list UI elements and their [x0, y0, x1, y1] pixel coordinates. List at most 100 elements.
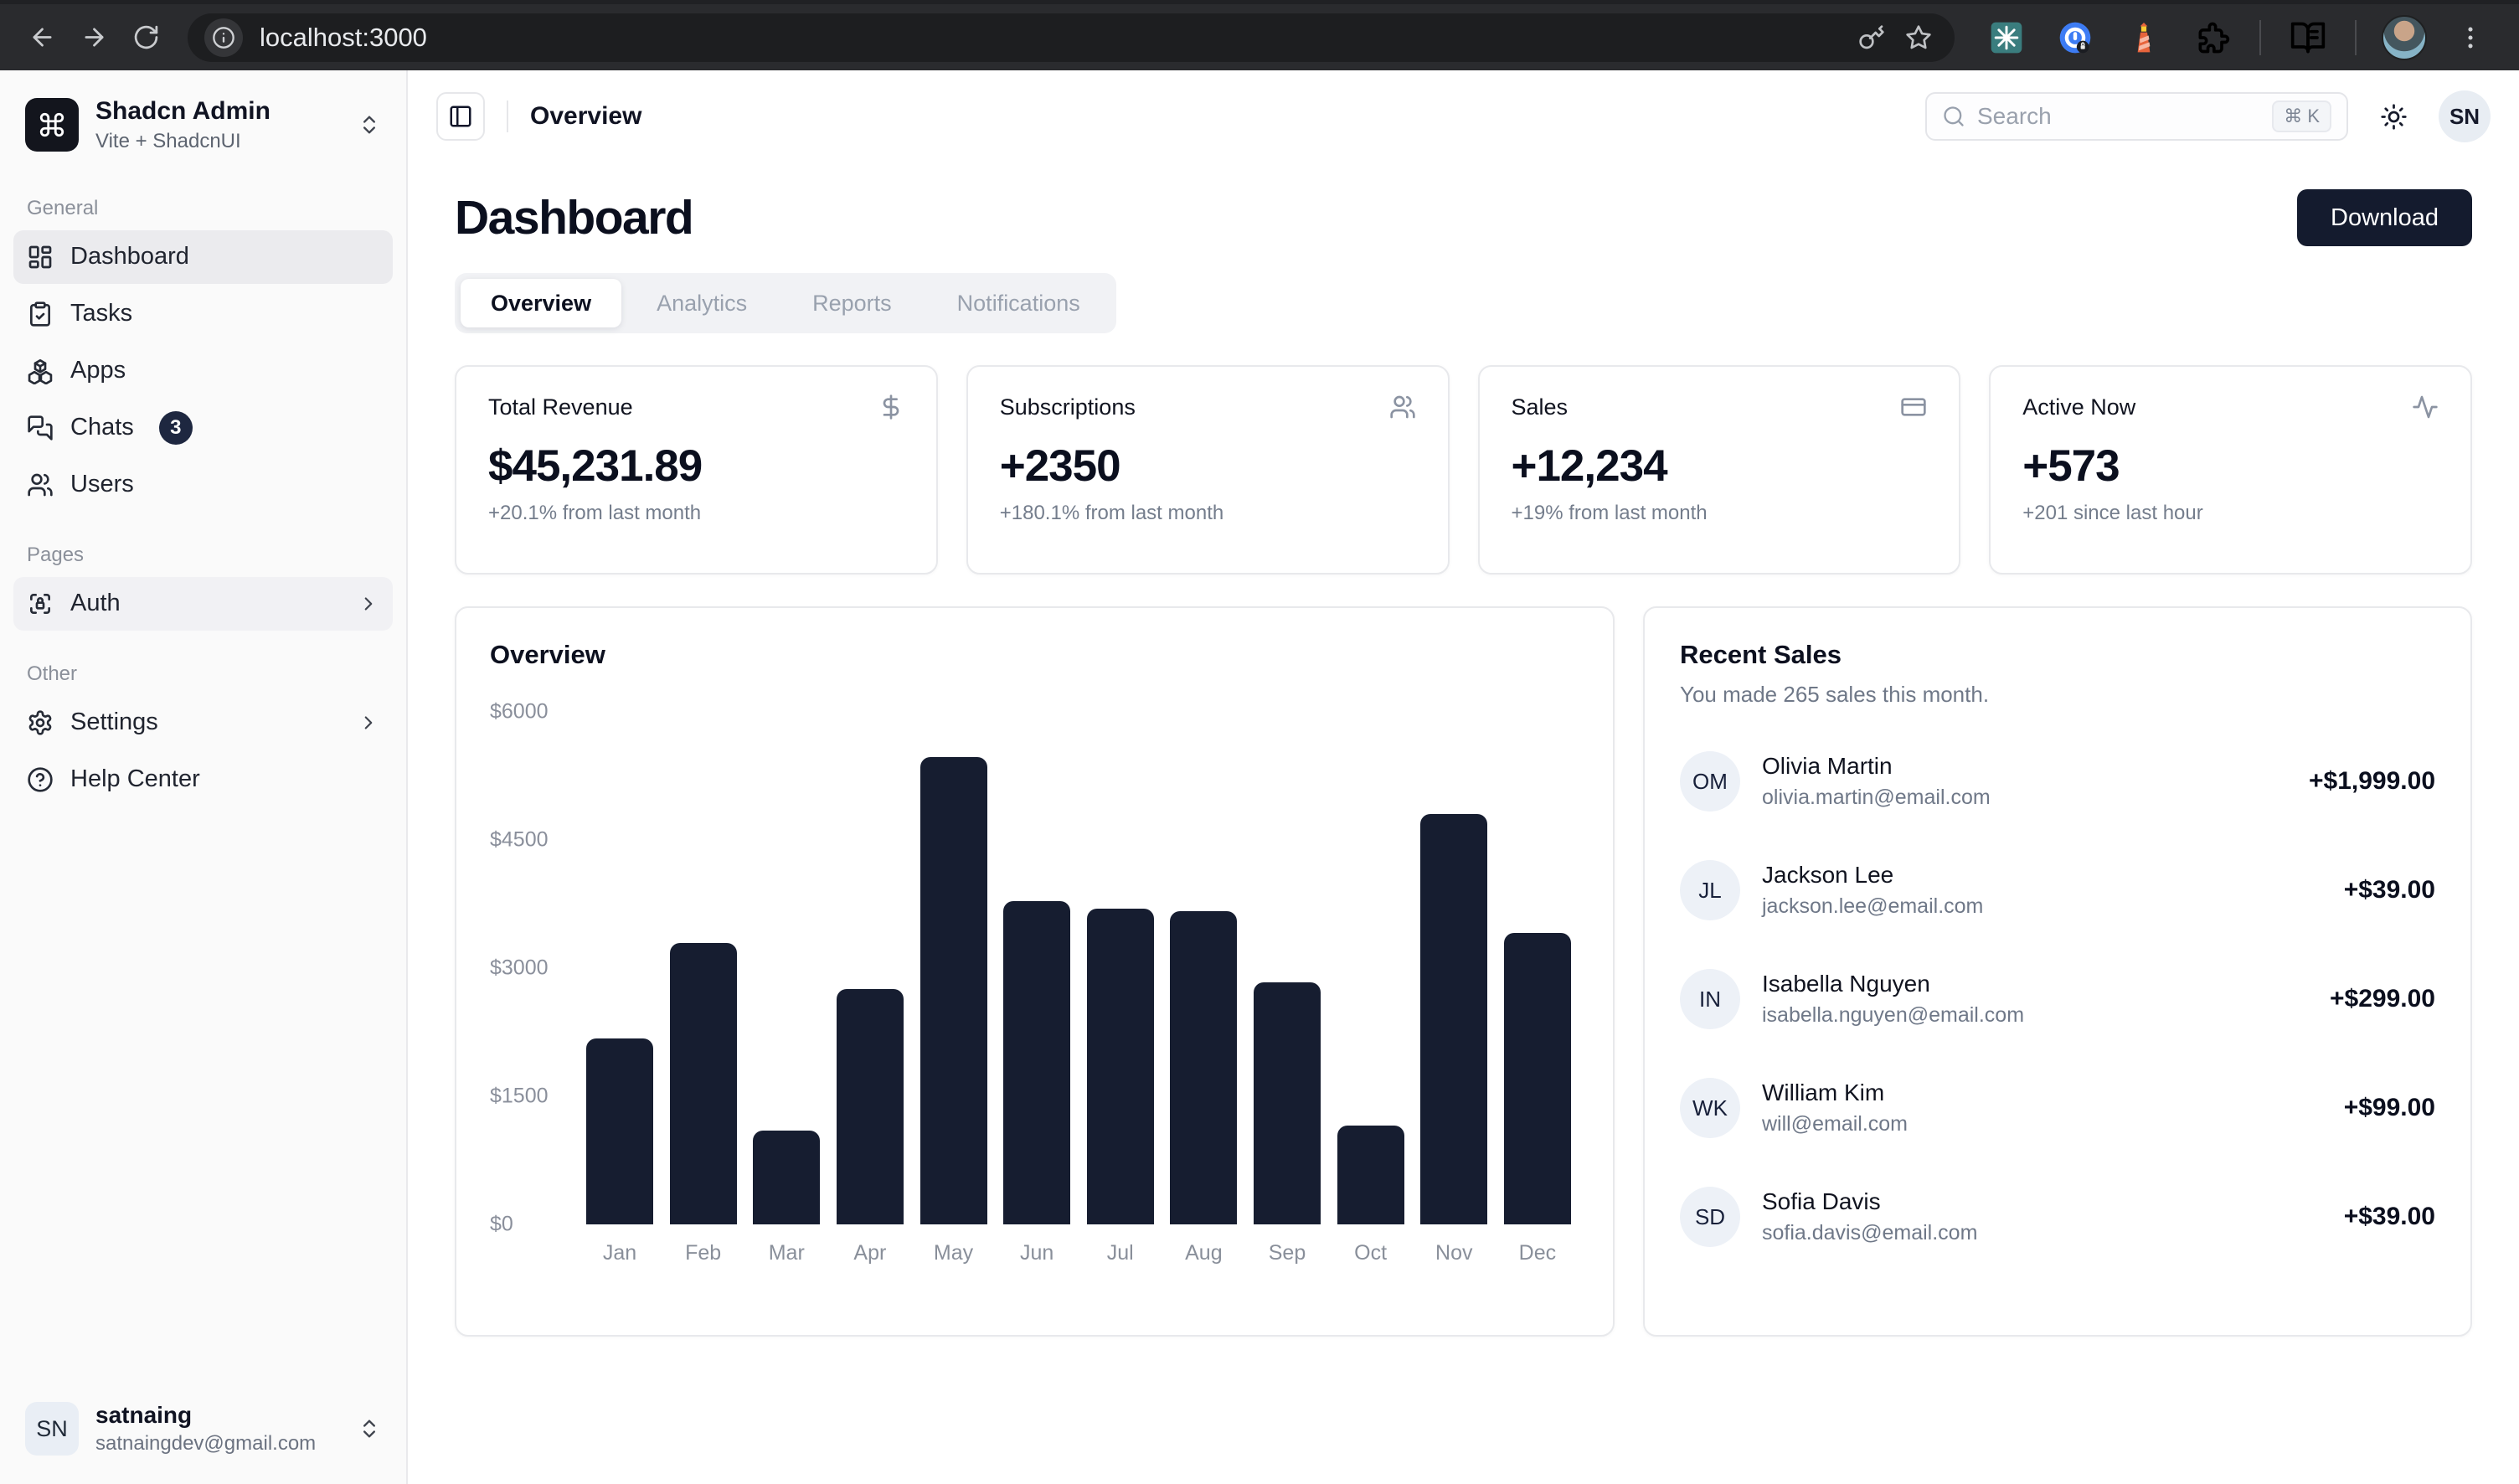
toolbar-divider	[2259, 20, 2261, 55]
stat-cards: Total Revenue $45,231.89 +20.1% from las…	[455, 365, 2472, 575]
chart-y-axis: $6000$4500$3000$1500$0	[490, 712, 578, 1224]
profile-menu-button[interactable]: SN	[2439, 90, 2491, 142]
users-icon	[27, 471, 54, 498]
download-button[interactable]: Download	[2297, 189, 2472, 246]
password-manager-icon[interactable]	[2053, 16, 2097, 59]
browser-back-button[interactable]	[18, 14, 65, 61]
sidebar-item-label: Apps	[70, 357, 126, 384]
browser-forward-button[interactable]	[70, 14, 117, 61]
auth-icon	[27, 590, 54, 617]
sale-name: Jackson Lee	[1762, 862, 1983, 889]
sidebar-user-button[interactable]: SN satnaing satnaingdev@gmail.com	[13, 1390, 393, 1467]
grid-extension-icon[interactable]	[1985, 16, 2028, 59]
sale-amount: +$39.00	[2344, 1203, 2435, 1231]
tab-reports[interactable]: Reports	[782, 279, 922, 327]
stat-card-active-now: Active Now +573 +201 since last hour	[1989, 365, 2472, 575]
site-info-button[interactable]	[204, 18, 243, 57]
sidebar-item-chats[interactable]: Chats3	[13, 401, 393, 455]
chevrons-up-down-icon	[358, 1417, 381, 1440]
sidebar-item-label: Users	[70, 471, 134, 498]
sale-email: sofia.davis@email.com	[1762, 1221, 1977, 1245]
sale-name: William Kim	[1762, 1080, 1908, 1106]
sidebar-item-label: Dashboard	[70, 243, 189, 271]
sidebar-item-users[interactable]: Users	[13, 458, 393, 512]
dashboard-content: Dashboard Download OverviewAnalyticsRepo…	[408, 162, 2519, 1484]
password-key-button[interactable]	[1852, 18, 1891, 57]
credit-card-icon	[1900, 394, 1927, 420]
sale-row-jackson-lee: JL Jackson Lee jackson.lee@email.com +$3…	[1680, 860, 2435, 920]
search-input[interactable]	[1977, 103, 2260, 130]
panel-left-icon	[448, 104, 473, 129]
stat-change: +19% from last month	[1512, 502, 1928, 525]
sale-avatar: WK	[1680, 1078, 1740, 1138]
sidebar-item-tasks[interactable]: Tasks	[13, 287, 393, 341]
browser-profile-avatar[interactable]	[2382, 15, 2427, 60]
sale-email: olivia.martin@email.com	[1762, 786, 1991, 810]
help-icon	[27, 766, 54, 793]
stat-card-total-revenue: Total Revenue $45,231.89 +20.1% from las…	[455, 365, 938, 575]
bar-nov	[1420, 814, 1487, 1224]
bar-jul	[1087, 909, 1154, 1224]
refresh-icon	[132, 23, 160, 51]
y-axis-tick: $1500	[490, 1085, 549, 1109]
stat-card-subscriptions: Subscriptions +2350 +180.1% from last mo…	[966, 365, 1450, 575]
chats-count-badge: 3	[159, 411, 193, 445]
sidebar-item-help-center[interactable]: Help Center	[13, 753, 393, 806]
settings-icon	[27, 709, 54, 736]
x-axis-label: Jun	[1003, 1241, 1070, 1265]
sidebar-item-label: Help Center	[70, 765, 200, 793]
tab-analytics[interactable]: Analytics	[626, 279, 777, 327]
stat-value: $45,231.89	[488, 441, 904, 492]
sidebar-group-label-general: General	[27, 197, 379, 220]
lighthouse-icon[interactable]	[2122, 16, 2166, 59]
sale-row-william-kim: WK William Kim will@email.com +$99.00	[1680, 1078, 2435, 1138]
tasks-icon	[27, 301, 54, 327]
sale-amount: +$1,999.00	[2309, 767, 2435, 796]
sidebar-item-dashboard[interactable]: Dashboard	[13, 230, 393, 284]
stat-title: Subscriptions	[1000, 394, 1136, 420]
browser-toolbar: localhost:3000	[0, 0, 2519, 70]
search-shortcut-kbd: ⌘ K	[2272, 100, 2331, 132]
x-axis-label: Mar	[753, 1241, 820, 1265]
y-axis-tick: $3000	[490, 956, 549, 981]
tab-overview[interactable]: Overview	[461, 279, 621, 327]
stat-title: Sales	[1512, 394, 1569, 420]
x-axis-label: Jul	[1087, 1241, 1154, 1265]
command-icon	[38, 111, 66, 139]
search-box[interactable]: ⌘ K	[1925, 92, 2348, 141]
sidebar-item-auth[interactable]: Auth	[13, 577, 393, 631]
x-axis-label: Aug	[1170, 1241, 1237, 1265]
chart-title: Overview	[490, 640, 1579, 670]
extensions-puzzle-icon[interactable]	[2191, 16, 2234, 59]
dashboard-tabs: OverviewAnalyticsReportsNotifications	[455, 273, 1116, 333]
bookmark-star-button[interactable]	[1899, 18, 1938, 57]
address-bar[interactable]: localhost:3000	[188, 13, 1955, 62]
dollar-icon	[878, 394, 904, 420]
bar-feb	[670, 943, 737, 1224]
browser-refresh-button[interactable]	[122, 14, 169, 61]
bar-jan	[586, 1038, 653, 1224]
app-logo	[25, 98, 79, 152]
tab-notifications[interactable]: Notifications	[927, 279, 1110, 327]
user-email: satnaingdev@gmail.com	[95, 1432, 341, 1456]
sale-email: will@email.com	[1762, 1112, 1908, 1136]
sidebar-toggle-button[interactable]	[436, 92, 485, 141]
recent-sales-title: Recent Sales	[1680, 640, 2435, 670]
breadcrumb: Overview	[530, 102, 641, 131]
overview-chart-card: Overview $6000$4500$3000$1500$0 JanFebMa…	[455, 606, 1615, 1337]
sidebar-item-apps[interactable]: Apps	[13, 344, 393, 398]
theme-toggle-button[interactable]	[2373, 96, 2413, 137]
apps-icon	[27, 358, 54, 384]
team-switcher[interactable]: Shadcn Admin Vite + ShadcnUI	[13, 85, 393, 165]
x-axis-label: Feb	[670, 1241, 737, 1265]
chats-icon	[27, 415, 54, 441]
bar-sep	[1254, 982, 1321, 1224]
sidebar-item-settings[interactable]: Settings	[13, 696, 393, 750]
bar-apr	[837, 989, 904, 1224]
browser-menu-button[interactable]	[2452, 16, 2489, 59]
stat-value: +573	[2022, 441, 2439, 492]
reading-list-icon[interactable]	[2286, 16, 2330, 59]
users-icon	[1389, 394, 1416, 420]
sale-name: Sofia Davis	[1762, 1188, 1977, 1215]
url-text: localhost:3000	[260, 23, 427, 53]
